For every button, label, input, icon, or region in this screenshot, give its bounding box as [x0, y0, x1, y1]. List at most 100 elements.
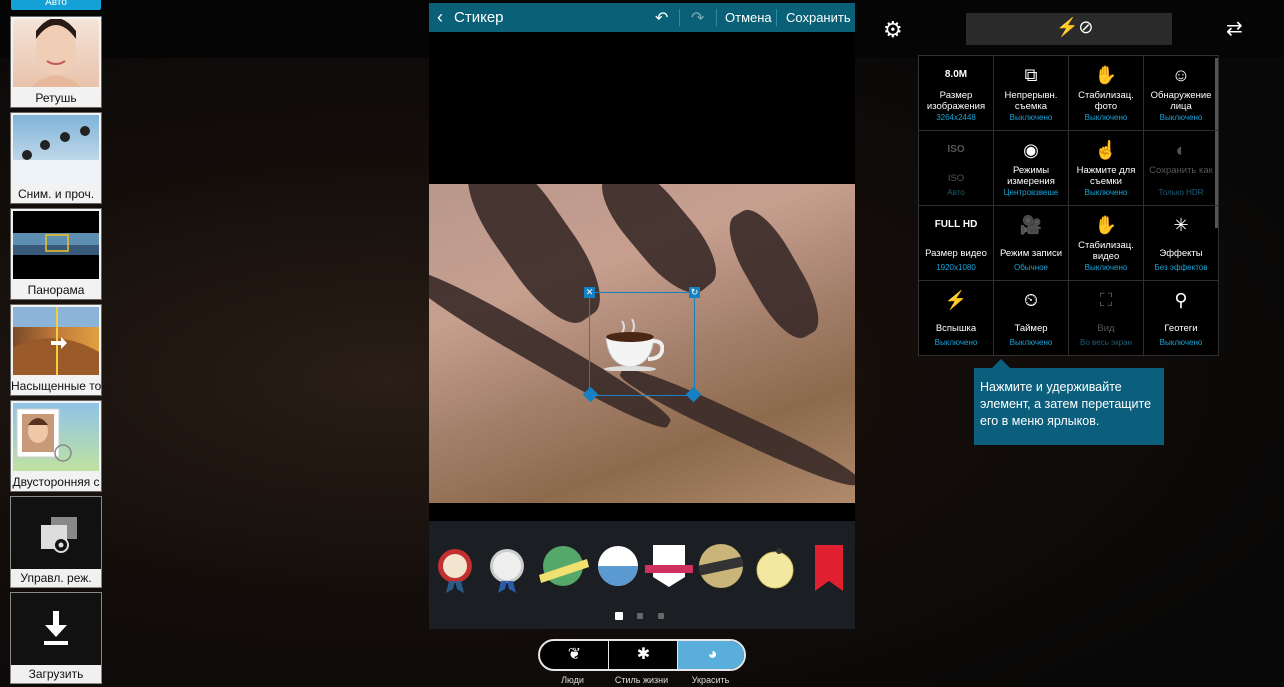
category-lifestyle[interactable]: ✱ [609, 641, 678, 669]
panorama-thumb [13, 211, 99, 279]
setting-value: Выключено [1159, 338, 1203, 347]
setting-name: Непрерывн. съемка [1004, 90, 1058, 112]
setting-icon: ✋ [1094, 65, 1118, 85]
setting-name: Сохранить как [1149, 165, 1213, 176]
setting-cell[interactable]: ⏲ Таймер Выключено [994, 281, 1069, 356]
delete-sticker-handle[interactable]: ✕ [584, 287, 595, 298]
setting-value: Обычное [1013, 263, 1049, 272]
setting-icon: ☺ [1171, 65, 1191, 85]
setting-cell[interactable]: ✋ Стабилизац. видео Выключено [1069, 206, 1144, 281]
redo-icon[interactable]: ↷ [691, 8, 704, 28]
setting-cell[interactable]: ⛶ Вид Во весь экран [1069, 281, 1144, 356]
category-label: Украсить [691, 675, 730, 685]
setting-cell[interactable]: ⚲ Геотеги Выключено [1144, 281, 1219, 356]
mode-rich-tone[interactable]: Насыщенные то [10, 304, 102, 396]
mode-panorama[interactable]: Панорама [10, 208, 102, 300]
setting-cell[interactable]: ⚡ Вспышка Выключено [919, 281, 994, 356]
category-people[interactable]: ❦ [540, 641, 609, 669]
hint-tooltip: Нажмите и удерживайте элемент, а затем п… [974, 368, 1164, 445]
switch-camera-icon[interactable]: ⇄ [1226, 16, 1243, 41]
mode-beauty-face[interactable]: Ретушь [10, 16, 102, 108]
setting-cell[interactable]: ✋ Стабилизац. фото Выключено [1069, 56, 1144, 131]
undo-icon[interactable]: ↶ [655, 8, 668, 28]
setting-icon: ⧉ [1024, 65, 1038, 85]
setting-cell[interactable]: ◐ Сохранить как Только HDR [1144, 131, 1219, 206]
setting-cell[interactable]: 8.0M Размер изображения 3264x2448 [919, 56, 994, 131]
setting-icon: FULL HD [934, 219, 978, 230]
mode-shot-and-more[interactable]: Сним. и проч. [10, 112, 102, 204]
flash-off-icon[interactable]: ⚡⊘ [1056, 17, 1094, 38]
setting-value: Выключено [1084, 188, 1128, 197]
badge-sticker[interactable] [438, 549, 472, 593]
back-chevron-icon[interactable]: ‹ [437, 7, 443, 28]
badge-sticker[interactable] [756, 548, 794, 589]
setting-name: Стабилизац. фото [1078, 90, 1134, 112]
badge-sticker[interactable] [815, 545, 843, 591]
settings-gear-icon[interactable]: ⚙ [883, 17, 903, 43]
category-decorate[interactable]: ◕ [678, 641, 744, 669]
mode-manage[interactable]: Управл. реж. [10, 496, 102, 588]
camera-mode-list: Авто Ретушь Сним. и проч. Панорама Насыщ… [8, 0, 103, 687]
editor-title[interactable]: Стикер [454, 9, 504, 26]
manage-modes-icon [13, 499, 99, 567]
mode-label: Двусторонняя с [12, 475, 100, 489]
setting-name: ISO [947, 173, 965, 184]
setting-name: Эффекты [1159, 248, 1203, 259]
setting-value: 3264x2448 [936, 113, 976, 122]
badge-sticker[interactable] [490, 549, 524, 593]
setting-name: Геотеги [1164, 323, 1198, 334]
setting-cell[interactable]: ISO ISO Авто [919, 131, 994, 206]
sticker-thumbnails [438, 544, 843, 593]
setting-icon: ISO [947, 144, 965, 155]
setting-value: Выключено [1084, 263, 1128, 272]
setting-icon: ⚲ [1174, 290, 1188, 310]
sticker-selection[interactable]: ✕ ↻ [582, 287, 702, 403]
badge-sticker[interactable] [539, 546, 589, 586]
download-icon [13, 595, 99, 663]
setting-cell[interactable]: FULL HD Размер видео 1920x1080 [919, 206, 994, 281]
mode-label: Загрузить [11, 665, 101, 683]
badge-sticker[interactable] [645, 545, 693, 587]
lifestyle-icon: ✱ [636, 646, 651, 663]
quick-settings-bar: ⚡⊘ [966, 13, 1172, 45]
edited-photo[interactable]: ✕ ↻ [429, 184, 855, 503]
setting-name: Вспышка [935, 323, 977, 334]
badge-sticker[interactable] [598, 546, 638, 586]
setting-icon: ⏲ [1023, 290, 1039, 310]
mode-label: Ретушь [35, 91, 77, 105]
decorate-icon: ◕ [707, 646, 718, 663]
setting-cell[interactable]: ⧉ Непрерывн. съемка Выключено [994, 56, 1069, 131]
setting-name: Вид [1097, 323, 1115, 334]
page-dot[interactable] [637, 613, 643, 619]
tooltip-arrow [992, 359, 1010, 368]
cancel-button[interactable]: Отмена [725, 10, 772, 25]
setting-value: Выключено [934, 338, 978, 347]
setting-value: 1920x1080 [936, 263, 976, 272]
setting-cell[interactable]: ☺ Обнаружение лица Выключено [1144, 56, 1219, 131]
editor-toolbar: ‹ Стикер ↶ ↷ Отмена Сохранить [429, 3, 855, 32]
setting-name: Обнаружение лица [1150, 90, 1212, 112]
setting-cell[interactable]: ☝ Нажмите для съемки Выключено [1069, 131, 1144, 206]
setting-value: Выключено [1009, 113, 1053, 122]
setting-cell[interactable]: ◉ Режимы измерения Центровзвеше [994, 131, 1069, 206]
save-button[interactable]: Сохранить [786, 10, 851, 25]
badge-sticker[interactable] [698, 544, 744, 588]
dual-camera-thumb [13, 403, 99, 471]
page-dot-active[interactable] [615, 612, 623, 620]
setting-icon: ⛶ [1099, 290, 1113, 310]
setting-icon: ☝ [1094, 140, 1118, 160]
setting-cell[interactable]: 🎥 Режим записи Обычное [994, 206, 1069, 281]
setting-value: Выключено [1009, 338, 1053, 347]
mode-label: Насыщенные то [11, 379, 101, 393]
mode-download[interactable]: Загрузить [10, 592, 102, 684]
setting-cell[interactable]: ✳ Эффекты Без эффектов [1144, 206, 1219, 281]
mode-auto-tab[interactable]: Авто [11, 0, 101, 10]
mode-dual-camera[interactable]: Двусторонняя с [10, 400, 102, 492]
page-dot[interactable] [658, 613, 664, 619]
rotate-sticker-handle[interactable]: ↻ [689, 287, 700, 298]
setting-name: Режимы измерения [1007, 165, 1055, 187]
mode-label: Управл. реж. [11, 569, 101, 587]
setting-icon: 🎥 [1019, 215, 1043, 235]
category-labels: Люди Стиль жизни Украсить [538, 675, 746, 687]
setting-name: Таймер [1014, 323, 1048, 334]
